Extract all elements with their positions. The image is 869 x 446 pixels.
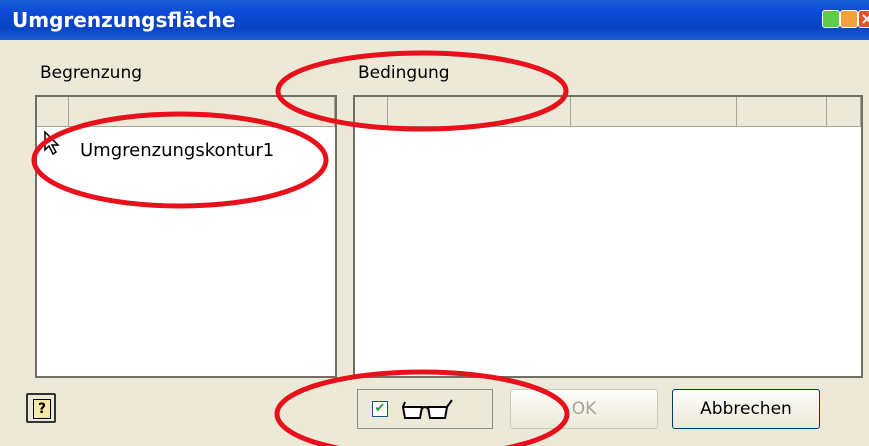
column-header[interactable]	[69, 97, 335, 127]
help-button[interactable]: ?	[26, 393, 56, 423]
close-icon[interactable]: ×	[858, 10, 869, 28]
glasses-icon	[401, 399, 453, 419]
window-title: Umgrenzungsfläche	[12, 8, 236, 32]
preview-checkbox[interactable]: ✔	[372, 401, 388, 417]
title-bar: Umgrenzungsfläche ×	[0, 0, 869, 40]
begrenzung-label: Begrenzung	[40, 63, 143, 83]
minimize-icon[interactable]	[822, 10, 840, 28]
maximize-icon[interactable]	[840, 10, 858, 28]
cursor-icon	[44, 131, 60, 156]
ok-button[interactable]: OK	[510, 389, 658, 429]
cancel-button[interactable]: Abbrechen	[672, 389, 820, 429]
column-header[interactable]	[571, 97, 737, 127]
bedingung-list[interactable]	[353, 95, 863, 378]
preview-toggle[interactable]: ✔	[357, 389, 493, 429]
bedingung-label: Bedingung	[358, 63, 450, 83]
column-header[interactable]	[388, 97, 571, 127]
column-header[interactable]	[355, 97, 388, 127]
help-icon: ?	[33, 399, 51, 419]
begrenzung-list[interactable]: Umgrenzungskontur1	[35, 95, 337, 378]
column-header[interactable]	[37, 97, 69, 127]
list-item[interactable]: Umgrenzungskontur1	[80, 140, 274, 161]
column-header[interactable]	[827, 97, 861, 127]
column-header[interactable]	[737, 97, 827, 127]
